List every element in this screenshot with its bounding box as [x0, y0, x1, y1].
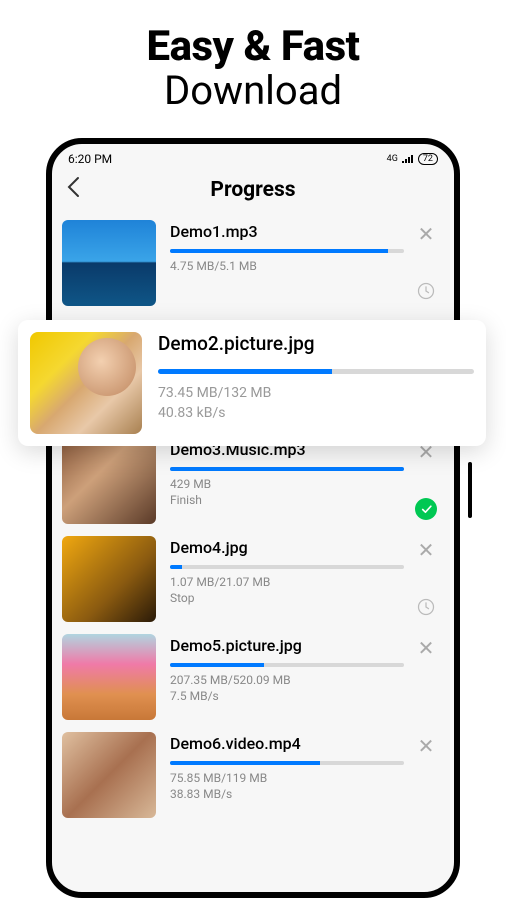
cancel-button[interactable]: ✕: [418, 638, 435, 658]
cancel-button[interactable]: ✕: [418, 736, 435, 756]
thumbnail: [30, 332, 142, 434]
status-bar: 6:20 PM 4G 72: [52, 144, 454, 170]
item-actions: ✕: [408, 438, 444, 524]
item-info: Demo3.Music.mp3 429 MB Finish: [156, 438, 408, 524]
phone-side-button: [468, 462, 472, 518]
item-info: Demo6.video.mp4 75.85 MB/119 MB 38.83 MB…: [156, 732, 408, 818]
item-info: Demo5.picture.jpg 207.35 MB/520.09 MB 7.…: [156, 634, 408, 720]
status-right: 4G 72: [387, 153, 438, 166]
clock-icon: [415, 596, 437, 618]
size-text: 1.07 MB/21.07 MB: [170, 575, 404, 591]
filename: Demo6.video.mp4: [170, 734, 404, 753]
page-title: Progress: [210, 178, 295, 202]
status-text: Stop: [170, 591, 404, 605]
thumbnail: [62, 634, 156, 720]
checkmark-icon: [415, 498, 437, 520]
download-item[interactable]: Demo3.Music.mp3 429 MB Finish ✕: [52, 432, 454, 530]
speed-text: 7.5 MB/s: [170, 689, 404, 703]
filename: Demo5.picture.jpg: [170, 636, 404, 655]
progress-fill: [170, 761, 320, 765]
thumbnail: [62, 732, 156, 818]
item-actions: ✕: [408, 536, 444, 622]
progress-fill: [170, 663, 264, 667]
item-actions: ✕: [408, 220, 444, 306]
promo-line1: Easy & Fast: [0, 22, 506, 71]
download-item[interactable]: Demo6.video.mp4 75.85 MB/119 MB 38.83 MB…: [52, 726, 454, 824]
phone-frame: 6:20 PM 4G 72 Progress Demo1.mp3 4.75 MB…: [46, 138, 460, 898]
progress-bar: [170, 565, 404, 569]
item-actions: ✕: [408, 634, 444, 720]
item-actions: ✕: [408, 732, 444, 818]
signal-icon: [402, 153, 414, 166]
download-item[interactable]: Demo5.picture.jpg 207.35 MB/520.09 MB 7.…: [52, 628, 454, 726]
status-time: 6:20 PM: [68, 152, 112, 166]
filename: Demo2.picture.jpg: [158, 332, 474, 355]
speed-text: 40.83 kB/s: [158, 404, 474, 424]
header: Progress: [52, 170, 454, 214]
progress-fill: [170, 565, 182, 569]
size-text: 75.85 MB/119 MB: [170, 771, 404, 787]
download-list: Demo1.mp3 4.75 MB/5.1 MB ✕ Demo3.Music.m…: [52, 214, 454, 824]
item-info: Demo4.jpg 1.07 MB/21.07 MB Stop: [156, 536, 408, 622]
size-text: 4.75 MB/5.1 MB: [170, 259, 404, 275]
back-button[interactable]: [66, 176, 96, 204]
size-text: 207.35 MB/520.09 MB: [170, 673, 404, 689]
speed-text: 38.83 MB/s: [170, 787, 404, 801]
progress-fill: [158, 369, 332, 374]
cancel-button[interactable]: ✕: [418, 540, 435, 560]
promo-title: Easy & Fast Download: [0, 0, 506, 128]
size-text: 429 MB: [170, 477, 404, 493]
network-label: 4G: [387, 154, 398, 164]
size-text: 73.45 MB/132 MB: [158, 384, 474, 404]
filename: Demo4.jpg: [170, 538, 404, 557]
cancel-button[interactable]: ✕: [418, 224, 435, 244]
highlighted-download-item[interactable]: Demo2.picture.jpg 73.45 MB/132 MB 40.83 …: [18, 320, 486, 446]
battery-indicator: 72: [418, 153, 438, 165]
item-info: Demo1.mp3 4.75 MB/5.1 MB: [156, 220, 408, 306]
progress-bar: [170, 761, 404, 765]
thumbnail: [62, 220, 156, 306]
item-info: Demo2.picture.jpg 73.45 MB/132 MB 40.83 …: [142, 332, 474, 434]
progress-bar: [170, 663, 404, 667]
progress-bar: [170, 467, 404, 471]
progress-fill: [170, 249, 388, 253]
clock-icon: [415, 280, 437, 302]
download-item[interactable]: Demo4.jpg 1.07 MB/21.07 MB Stop ✕: [52, 530, 454, 628]
thumbnail: [62, 438, 156, 524]
status-text: Finish: [170, 493, 404, 507]
promo-line2: Download: [0, 67, 506, 114]
progress-bar: [158, 369, 474, 374]
filename: Demo1.mp3: [170, 222, 404, 241]
thumbnail: [62, 536, 156, 622]
progress-fill: [170, 467, 404, 471]
download-item[interactable]: Demo1.mp3 4.75 MB/5.1 MB ✕: [52, 214, 454, 312]
progress-bar: [170, 249, 404, 253]
